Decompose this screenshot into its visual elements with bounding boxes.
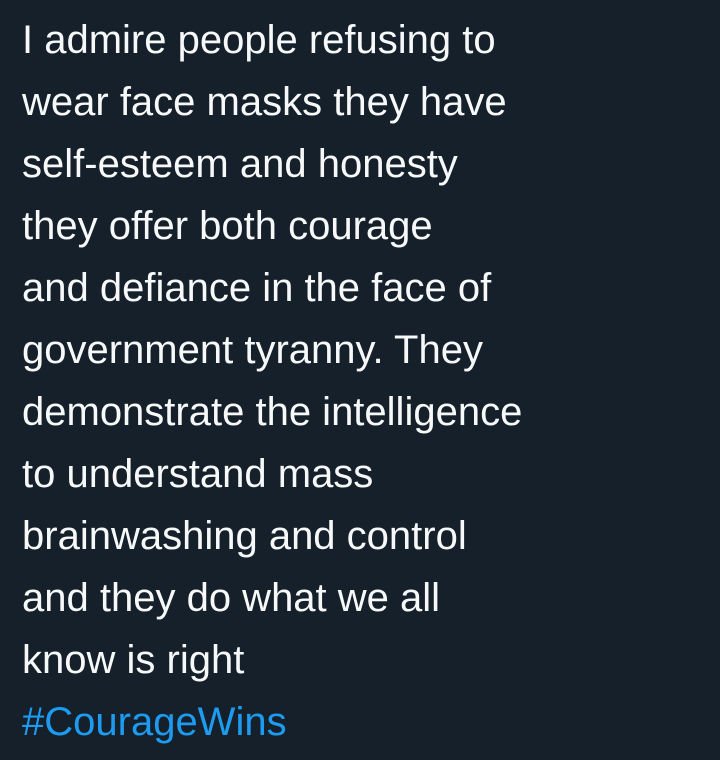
tweet-text-line: to understand mass [22, 452, 374, 496]
tweet-text-line: they offer both courage [22, 204, 433, 248]
tweet-text: I admire people refusing to wear face ma… [22, 9, 712, 753]
tweet-text-line: government tyranny. They [22, 328, 483, 372]
tweet-text-line: brainwashing and control [22, 514, 467, 558]
hashtag-link[interactable]: #CourageWins [22, 691, 712, 753]
tweet-text-line: self-esteem and honesty [22, 142, 458, 186]
tweet-text-line: and defiance in the face of [22, 266, 492, 310]
tweet-text-line: and they do what we all [22, 576, 441, 620]
tweet-text-line: wear face masks they have [22, 80, 507, 124]
tweet-card: I admire people refusing to wear face ma… [0, 0, 720, 760]
tweet-text-line: demonstrate the intelligence [22, 390, 523, 434]
tweet-text-line: I admire people refusing to [22, 18, 496, 62]
tweet-text-line: know is right [22, 638, 245, 682]
